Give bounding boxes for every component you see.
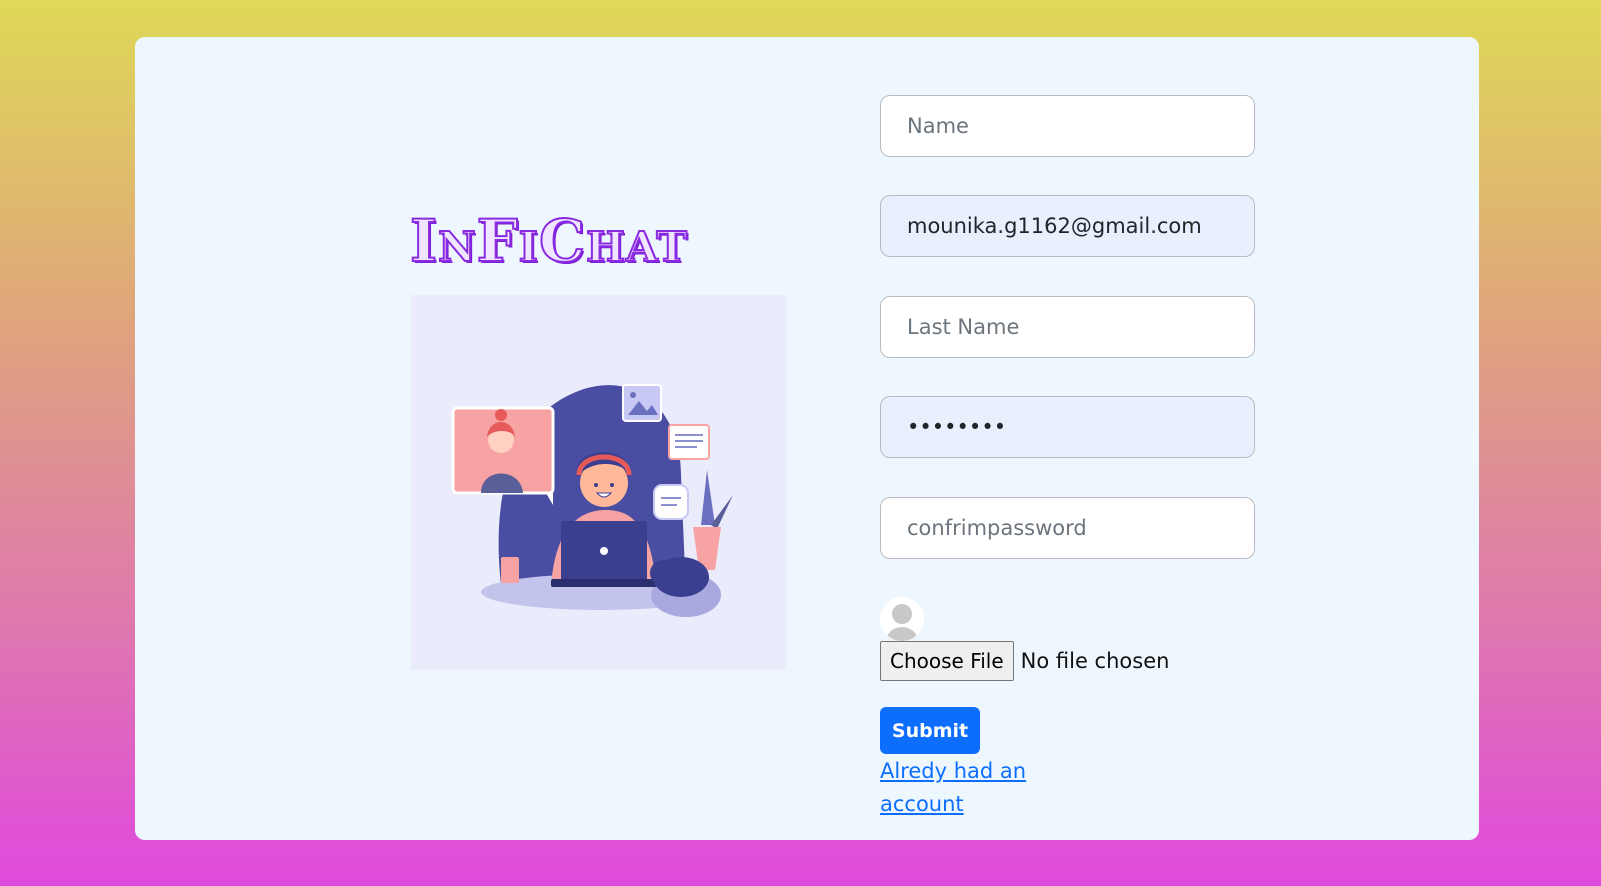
plant-leaf [701,470,715,525]
cat-head [650,560,676,586]
default-user-avatar-icon [887,604,917,641]
avatar-preview [880,597,924,641]
image-sun [630,392,636,398]
last-name-input[interactable] [880,296,1255,358]
email-input[interactable] [880,195,1255,257]
laptop-base [551,579,657,587]
chat-illustration [411,295,786,670]
choose-file-button[interactable]: Choose File [880,641,1014,681]
file-status-text: No file chosen [1020,649,1170,673]
app-logo-title: InFiChat [409,207,688,275]
signup-card [135,37,1479,840]
man-eye-right [610,483,614,487]
woman-bun [495,409,507,421]
confirm-password-input[interactable] [880,497,1255,559]
mug [501,557,519,583]
name-input[interactable] [880,95,1255,157]
password-input[interactable] [880,396,1255,458]
chat-bubble [653,484,689,520]
file-upload: Choose File No file chosen [880,641,1169,681]
plant-leaf-2 [711,495,733,529]
submit-button[interactable]: Submit [880,707,980,754]
man-eye-left [594,483,598,487]
illustration-svg [451,384,733,617]
login-link[interactable]: Alredy had an account [880,755,1070,821]
image-card [622,384,662,422]
laptop-logo [600,547,608,555]
